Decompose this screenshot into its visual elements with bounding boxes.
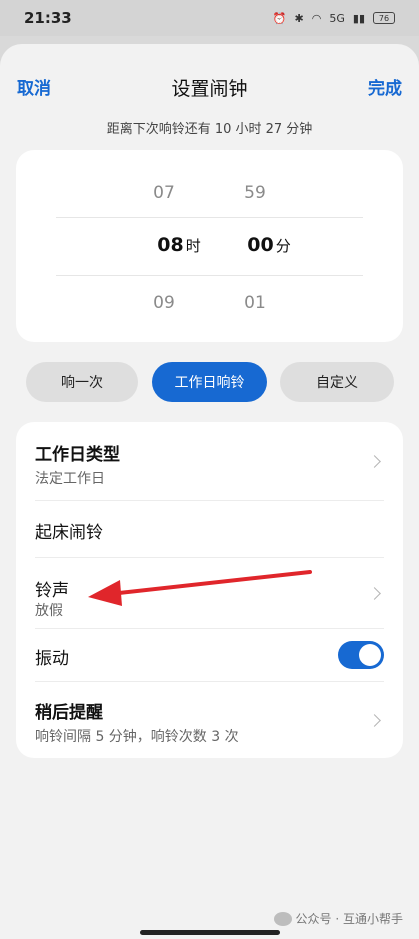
signal-icon: ▮▮ bbox=[352, 11, 365, 25]
hour-prev[interactable]: 07 bbox=[134, 183, 194, 203]
minute-selected[interactable]: 00 分 bbox=[234, 234, 304, 256]
row-snooze[interactable]: 稍后提醒 响铃间隔 5 分钟，响铃次数 3 次 bbox=[16, 682, 403, 758]
settings-list: 工作日类型 法定工作日 起床闹铃 铃声 放假 振动 稍后提醒 响铃间隔 5 分钟… bbox=[16, 422, 403, 758]
wechat-icon bbox=[273, 911, 292, 926]
hour-next[interactable]: 09 bbox=[134, 293, 194, 313]
done-button[interactable]: 完成 bbox=[368, 74, 402, 99]
ringtone-title: 铃声 bbox=[35, 581, 69, 601]
alarm-settings-sheet: 取消 设置闹钟 完成 距离下次响铃还有 10 小时 27 分钟 07 08 时 0… bbox=[0, 44, 419, 939]
chevron-right-icon bbox=[368, 714, 381, 727]
status-bar: 21:33 ⏰ ✱ ◠ 5G ▮▮ 76 bbox=[0, 0, 419, 36]
toggle-knob bbox=[359, 644, 381, 666]
battery-icon: 76 bbox=[373, 12, 395, 24]
row-workday-type[interactable]: 工作日类型 法定工作日 bbox=[16, 422, 403, 500]
mode-workday-button[interactable]: 工作日响铃 bbox=[152, 362, 267, 402]
status-icons: ⏰ ✱ ◠ 5G ▮▮ 76 bbox=[273, 12, 395, 25]
workday-type-title: 工作日类型 bbox=[35, 445, 120, 465]
row-ringtone[interactable]: 铃声 放假 bbox=[16, 558, 403, 628]
chevron-right-icon bbox=[368, 587, 381, 600]
sheet-header: 取消 设置闹钟 完成 bbox=[0, 72, 419, 102]
workday-type-value: 法定工作日 bbox=[35, 471, 105, 487]
wakeup-alarm-title: 起床闹铃 bbox=[35, 523, 103, 543]
network-label: 5G bbox=[329, 11, 345, 25]
picker-divider-top bbox=[56, 217, 363, 218]
next-alarm-countdown: 距离下次响铃还有 10 小时 27 分钟 bbox=[106, 122, 313, 137]
hour-value: 08 bbox=[157, 234, 184, 256]
wifi-icon: ◠ bbox=[311, 11, 322, 25]
mode-custom-button[interactable]: 自定义 bbox=[280, 362, 394, 402]
ringtone-value: 放假 bbox=[35, 603, 63, 619]
watermark: 公众号 · 互通小帮手 bbox=[273, 910, 403, 927]
home-indicator[interactable] bbox=[139, 930, 280, 935]
vibration-title: 振动 bbox=[35, 649, 69, 669]
time-picker[interactable]: 07 08 时 09 59 00 分 01 bbox=[16, 150, 403, 342]
picker-divider-bottom bbox=[56, 275, 363, 276]
minute-prev[interactable]: 59 bbox=[225, 183, 285, 203]
mode-once-button[interactable]: 响一次 bbox=[26, 362, 138, 402]
watermark-text: 公众号 · 互通小帮手 bbox=[295, 912, 403, 926]
row-wakeup-alarm[interactable]: 起床闹铃 bbox=[16, 501, 403, 557]
minute-value: 00 bbox=[247, 234, 274, 256]
snooze-title: 稍后提醒 bbox=[35, 703, 103, 723]
hour-unit: 时 bbox=[185, 237, 201, 255]
chevron-right-icon bbox=[368, 455, 381, 468]
vibration-toggle[interactable] bbox=[338, 641, 384, 669]
row-vibration[interactable]: 振动 bbox=[16, 629, 403, 681]
minute-unit: 分 bbox=[275, 237, 291, 255]
status-time: 21:33 bbox=[24, 9, 72, 27]
bluetooth-icon: ✱ bbox=[294, 11, 304, 25]
hour-selected[interactable]: 08 时 bbox=[144, 234, 214, 256]
alarm-icon: ⏰ bbox=[272, 11, 287, 25]
snooze-value: 响铃间隔 5 分钟，响铃次数 3 次 bbox=[35, 729, 239, 745]
page-title: 设置闹钟 bbox=[171, 78, 248, 100]
minute-next[interactable]: 01 bbox=[225, 293, 285, 313]
